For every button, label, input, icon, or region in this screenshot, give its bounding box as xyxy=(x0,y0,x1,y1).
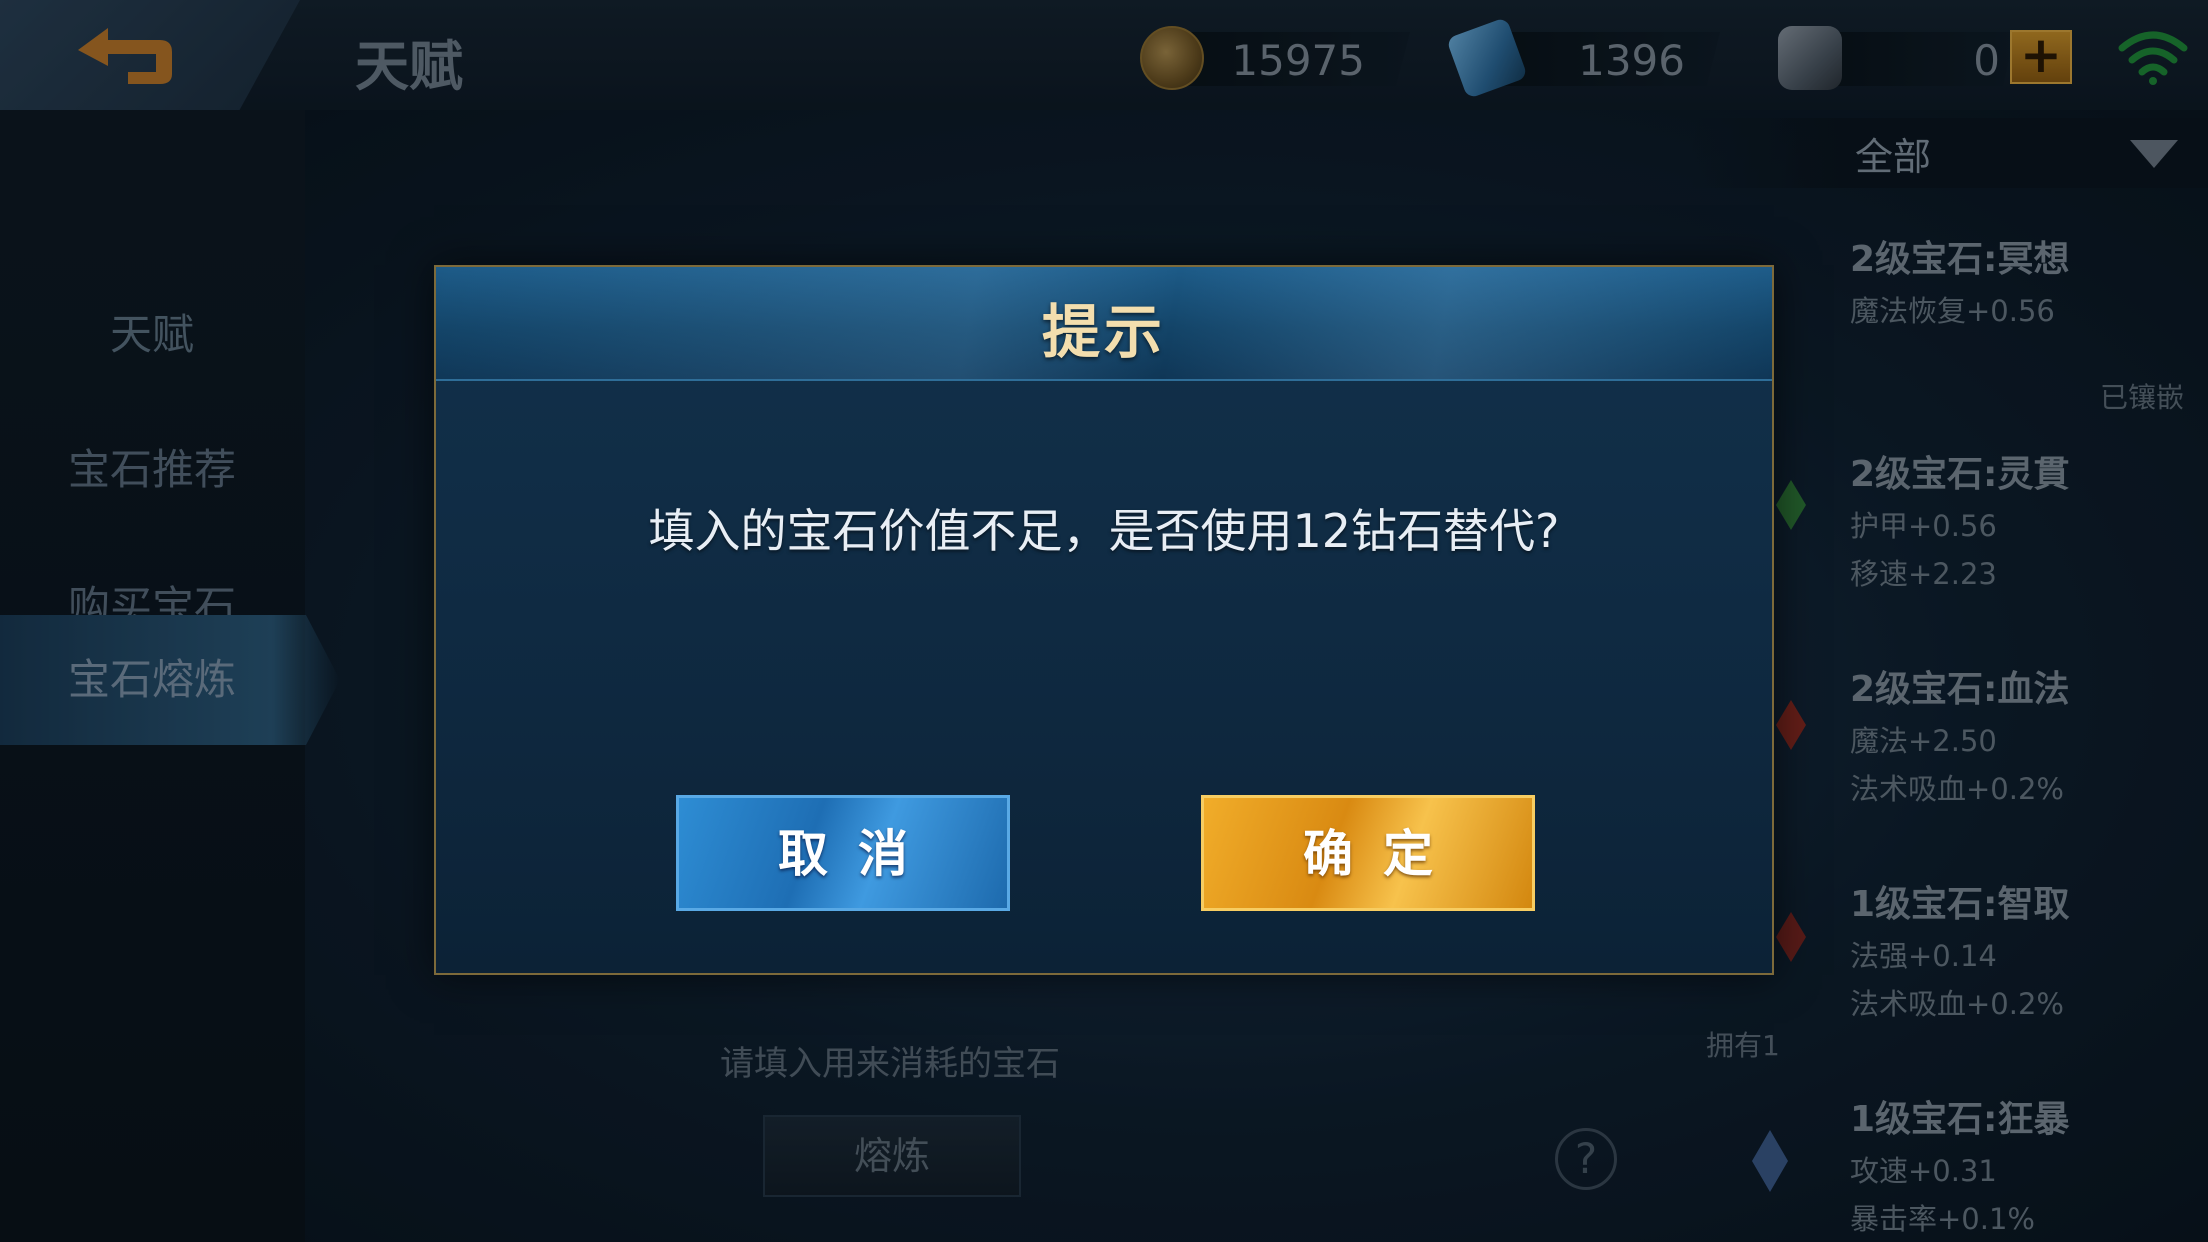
dialog-title: 提示 xyxy=(1041,298,1166,366)
confirm-button[interactable]: 确定 xyxy=(1201,795,1535,911)
dialog-header: 提示 xyxy=(436,267,1772,381)
dialog-message: 填入的宝石价值不足，是否使用12钻石替代? xyxy=(648,504,1560,558)
cancel-button[interactable]: 取消 xyxy=(676,795,1010,911)
confirm-dialog: 提示 填入的宝石价值不足，是否使用12钻石替代? 取消 确定 xyxy=(434,265,1774,975)
